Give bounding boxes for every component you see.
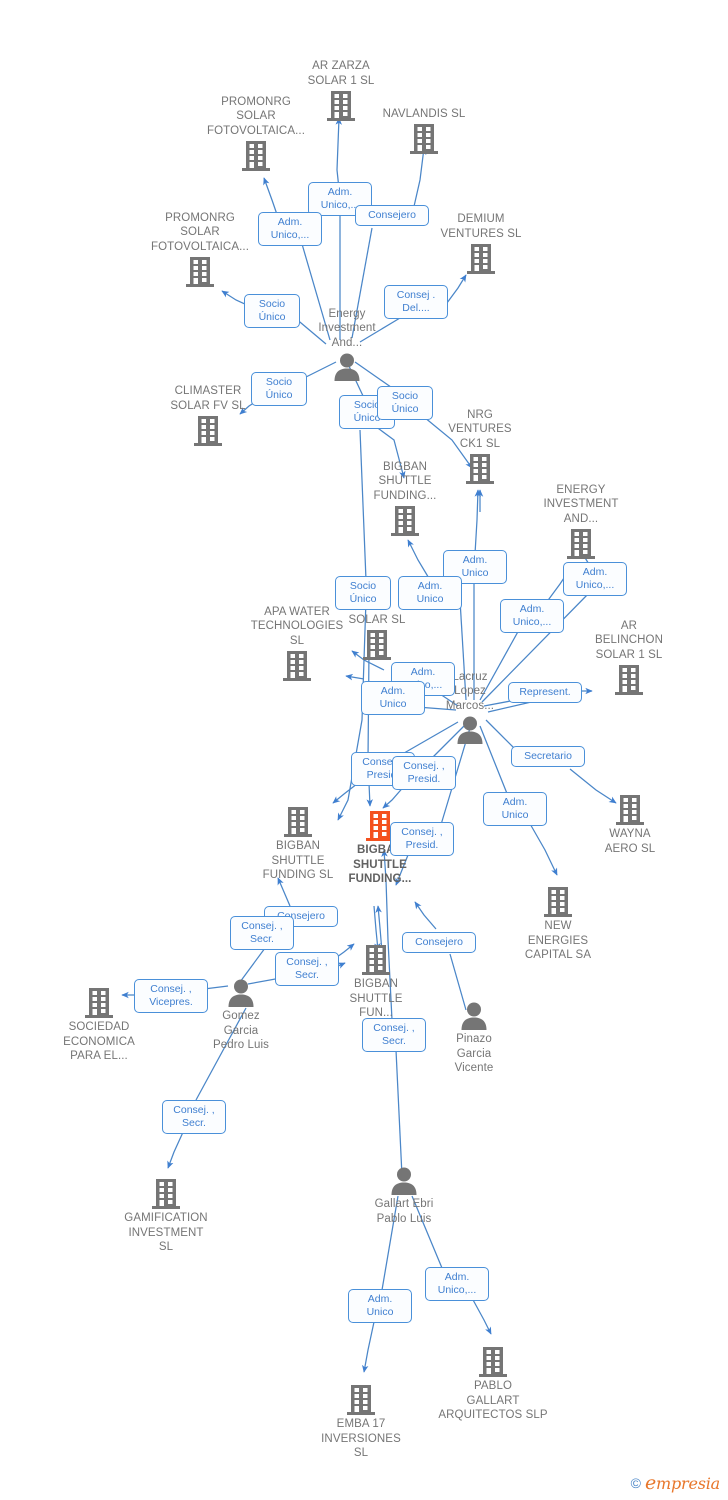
node-label: ENERGY INVESTMENT AND... [543,483,619,525]
relation-chip-c06[interactable]: Socio Único [251,372,307,406]
company-node-bigban_f1[interactable]: BIGBAN SHUTTLE FUNDING... [345,460,465,538]
company-node-gamification[interactable]: GAMIFICATION INVESTMENT SL [106,1178,226,1255]
person-icon [414,1001,534,1031]
node-label: EMBA 17 INVERSIONES SL [321,1418,401,1459]
building-icon [421,243,541,275]
company-node-navlandis[interactable]: NAVLANDIS SL [364,107,484,156]
building-icon [301,1384,421,1416]
node-label: Gomez Garcia Pedro Luis [213,1010,269,1051]
relation-chip-c03[interactable]: Adm. Unico,... [258,212,322,246]
node-label: PROMONRG SOLAR FOTOVOLTAICA... [151,211,249,253]
relation-chip-c04[interactable]: Socio Único [244,294,300,328]
building-icon [498,886,618,918]
node-label: Gallart Ebri Pablo Luis [374,1198,434,1225]
relation-chip-c20[interactable]: Adm. Unico [483,792,547,826]
node-label: PROMONRG SOLAR FOTOVOLTAICA... [207,95,305,137]
relation-chip-c21[interactable]: Consej. , Presid. [390,822,454,856]
node-label: BIGBAN SHUTTLE FUNDING... [373,460,437,502]
relation-chip-c08[interactable]: Socio Único [377,386,433,420]
relation-chip-c16[interactable]: Represent. [508,681,582,703]
building-icon [196,140,316,172]
company-node-promonrg_b[interactable]: PROMONRG SOLAR FOTOVOLTAICA... [140,211,260,289]
relation-chip-c12[interactable]: Socio Único [335,576,391,610]
node-label: NEW ENERGIES CAPITAL SA [524,920,592,961]
node-label: NRG VENTURES CK1 SL [448,408,512,450]
relation-chip-c26[interactable]: Consej. , Secr. [362,1018,426,1052]
company-node-energy_inv_co[interactable]: ENERGY INVESTMENT AND... [521,483,641,561]
building-icon [140,256,260,288]
relation-chip-c05[interactable]: Consej . Del.... [384,285,448,319]
building-icon [237,650,357,682]
brand-name: empresia [644,1472,720,1494]
node-label: SOCIEDAD ECONOMICA PARA EL... [63,1021,135,1062]
relation-chip-c27[interactable]: Consej. , Vicepres. [134,979,208,1013]
company-node-promonrg_a[interactable]: PROMONRG SOLAR FOTOVOLTAICA... [196,95,316,173]
relation-chip-c25[interactable]: Consejero [402,931,476,953]
person-icon [344,1166,464,1196]
building-icon [570,794,690,826]
relation-chip-c11[interactable]: Adm. Unico,... [500,599,564,633]
building-icon [106,1178,226,1210]
relation-chip-c23[interactable]: Consej. , Secr. [230,916,294,950]
person-node-gallart[interactable]: Gallart Ebri Pablo Luis [344,1166,464,1226]
company-node-new_energies[interactable]: NEW ENERGIES CAPITAL SA [498,886,618,963]
company-node-emba17[interactable]: EMBA 17 INVERSIONES SL [301,1384,421,1461]
relation-chip-c29[interactable]: Adm. Unico [348,1289,412,1323]
empresia-watermark: © empresia [630,1472,721,1494]
building-icon [569,664,689,696]
relation-chip-c24[interactable]: Consej. , Secr. [275,952,339,986]
node-label: AR BELINCHON SOLAR 1 SL [595,619,663,661]
building-icon [364,123,484,155]
building-icon [521,528,641,560]
node-label: NAVLANDIS SL [382,107,466,120]
relation-chip-c02[interactable]: Consejero [355,204,429,226]
copyright-icon: © [630,1475,641,1491]
company-node-wayna[interactable]: WAYNA AERO SL [570,794,690,856]
building-icon [433,1346,553,1378]
company-node-climaster[interactable]: CLIMASTER SOLAR FV SL [148,384,268,447]
relation-chip-c30[interactable]: Adm. Unico,... [425,1267,489,1301]
node-label: CLIMASTER SOLAR FV SL [170,385,246,412]
network-diagram-canvas[interactable]: AR ZARZA SOLAR 1 SL PROMONRG SOLAR FOTOVO… [0,0,728,1500]
relation-chip-c10[interactable]: Adm. Unico,... [563,562,627,596]
node-label: DEMIUM VENTURES SL [440,213,522,240]
relation-chip-c17[interactable]: Secretario [511,745,585,767]
relation-chip-c19[interactable]: Consej. , Presid. [392,756,456,790]
company-node-ar_belinchon[interactable]: AR BELINCHON SOLAR 1 SL [569,619,689,697]
company-node-pablo_gallart[interactable]: PABLO GALLART ARQUITECTOS SLP [433,1346,553,1423]
node-label: PABLO GALLART ARQUITECTOS SLP [438,1380,548,1421]
company-node-apa_water[interactable]: APA WATER TECHNOLOGIES SL [237,605,357,683]
relation-chip-c15[interactable]: Adm. Unico [361,681,425,715]
relation-chip-c13[interactable]: Adm. Unico [398,576,462,610]
company-node-demium[interactable]: DEMIUM VENTURES SL [421,212,541,275]
node-label: Pinazo Garcia Vicente [454,1033,494,1074]
building-icon [148,415,268,447]
relation-chip-c28[interactable]: Consej. , Secr. [162,1100,226,1134]
person-node-pinazo[interactable]: Pinazo Garcia Vicente [414,1001,534,1076]
building-icon [345,505,465,537]
node-label: AR ZARZA SOLAR 1 SL [307,60,375,87]
node-label: WAYNA AERO SL [604,828,656,855]
node-label: GAMIFICATION INVESTMENT SL [124,1212,208,1253]
person-icon [410,715,530,745]
node-label: APA WATER TECHNOLOGIES SL [250,605,344,647]
